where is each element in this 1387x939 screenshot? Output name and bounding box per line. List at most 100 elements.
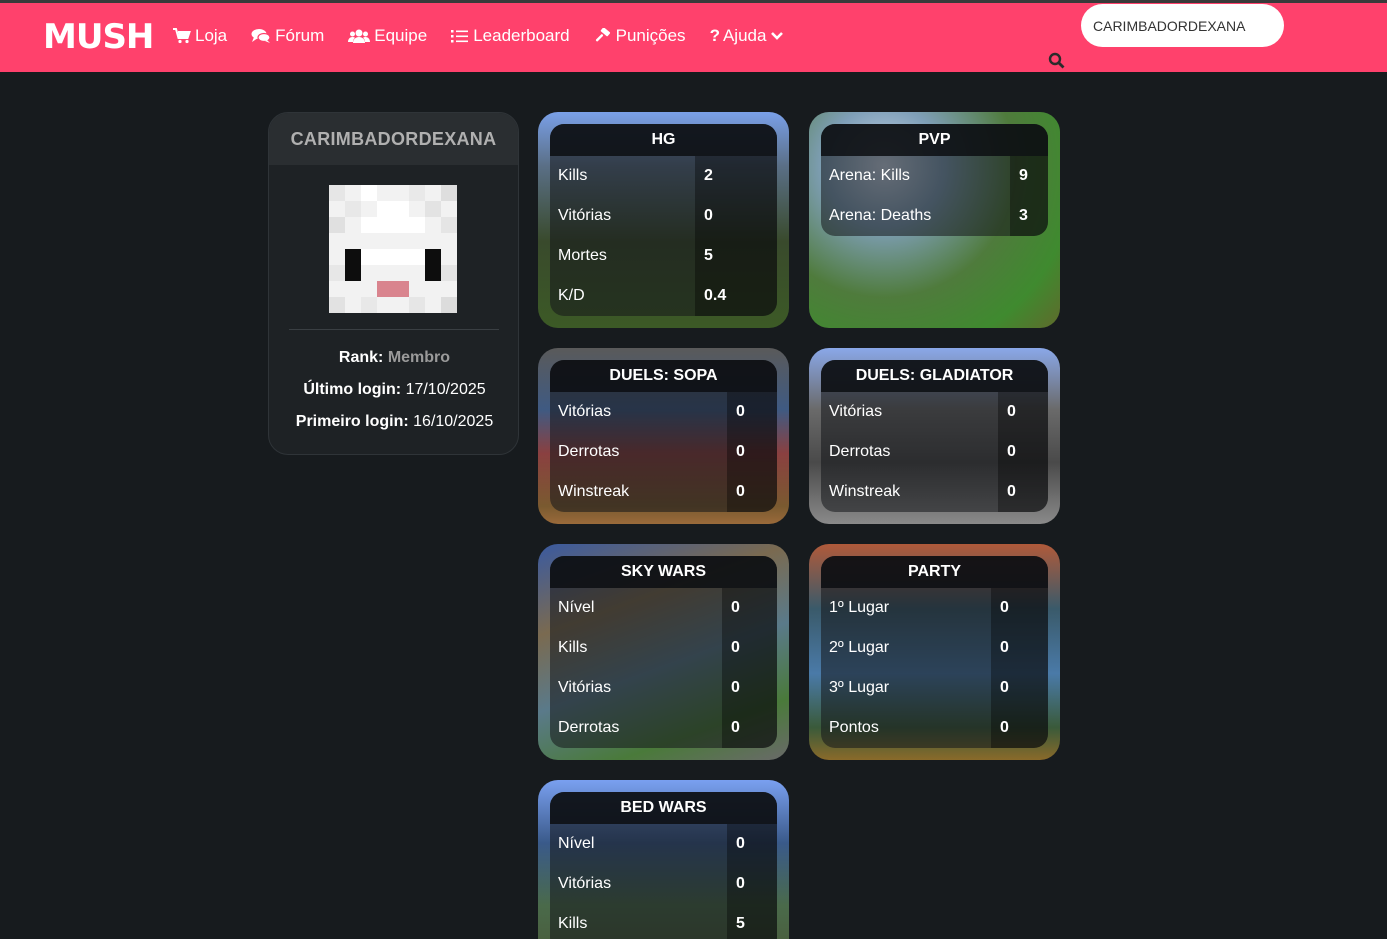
nav-menu: Loja Fórum Equipe Leaderboard Punições ?… xyxy=(173,26,812,46)
stat-row: Pontos 0 xyxy=(821,708,1048,748)
first-login-line: Primeiro login: 16/10/2025 xyxy=(269,413,518,431)
stat-label: Derrotas xyxy=(558,719,620,736)
stat-label: 3º Lugar xyxy=(829,679,890,696)
stat-value: 0 xyxy=(998,392,1048,432)
stat-label: Kills xyxy=(558,167,588,184)
stat-row: Winstreak 0 xyxy=(821,472,1048,512)
question-icon: ? xyxy=(709,26,720,45)
stat-row: 1º Lugar 0 xyxy=(821,588,1048,628)
stat-value: 0 xyxy=(722,668,777,708)
stat-value: 0 xyxy=(727,864,777,904)
stat-label: 1º Lugar xyxy=(829,599,890,616)
stat-row: Derrotas 0 xyxy=(550,432,777,472)
last-login-line: Último login: 17/10/2025 xyxy=(269,381,518,399)
stat-label: Pontos xyxy=(829,719,879,736)
stat-label: Kills xyxy=(558,639,588,656)
stat-value: 0 xyxy=(727,824,777,864)
stat-row: Derrotas 0 xyxy=(821,432,1048,472)
card-title: PARTY xyxy=(821,556,1048,588)
stat-value: 0 xyxy=(722,628,777,668)
stat-label: Arena: Kills xyxy=(829,167,910,184)
stats-card-bed-wars: BED WARS Nível 0 Vitórias 0 Kills 5 xyxy=(538,780,789,939)
stats-card-duels-sopa: DUELS: SOPA Vitórias 0 Derrotas 0 Winstrea… xyxy=(538,348,789,524)
stat-value: 5 xyxy=(695,236,777,276)
search-input[interactable] xyxy=(1081,4,1284,47)
card-title: PVP xyxy=(821,124,1048,156)
card-title: DUELS: GLADIATOR xyxy=(821,360,1048,392)
mush-logo[interactable]: MUSH xyxy=(43,17,154,57)
stat-row: Mortes 5 xyxy=(550,236,777,276)
navbar: MUSH Loja Fórum Equipe Leaderboard Puniç… xyxy=(0,3,1387,72)
stat-row: K/D 0.4 xyxy=(550,276,777,316)
stat-row: Vitórias 0 xyxy=(550,864,777,904)
card-title: SKY WARS xyxy=(550,556,777,588)
stat-value: 0.4 xyxy=(695,276,777,316)
stat-value: 0 xyxy=(991,628,1048,668)
stats-card-party: PARTY 1º Lugar 0 2º Lugar 0 3º Lugar 0 Pont… xyxy=(809,544,1060,760)
stat-label: Derrotas xyxy=(558,443,620,460)
nav-item-equipe[interactable]: Equipe xyxy=(348,26,427,46)
nav-item-punicoes[interactable]: Punições xyxy=(594,26,686,46)
nav-item-forum[interactable]: Fórum xyxy=(251,26,324,46)
stat-row: Kills 5 xyxy=(550,904,777,939)
nav-label: Fórum xyxy=(275,26,325,45)
last-login-label: Último login: xyxy=(303,381,402,398)
stat-value: 0 xyxy=(991,668,1048,708)
stats-card-hg: HG Kills 2 Vitórias 0 Mortes 5 K/D 0.4 xyxy=(538,112,789,328)
stat-value: 0 xyxy=(991,708,1048,748)
stat-label: K/D xyxy=(558,287,585,304)
stat-row: Kills 0 xyxy=(550,628,777,668)
stat-value: 9 xyxy=(1010,156,1048,196)
users-icon xyxy=(348,29,371,43)
stat-label: Mortes xyxy=(558,247,607,264)
stat-label: Winstreak xyxy=(558,483,630,500)
nav-label: Ajuda xyxy=(722,26,767,45)
stat-value: 0 xyxy=(727,472,777,512)
stat-label: Vitórias xyxy=(829,403,883,420)
stat-label: Vitórias xyxy=(558,207,612,224)
first-login-value: 16/10/2025 xyxy=(413,413,494,430)
stat-value: 0 xyxy=(695,196,777,236)
stat-row: Vitórias 0 xyxy=(821,392,1048,432)
stat-value: 0 xyxy=(998,472,1048,512)
stat-value: 0 xyxy=(727,432,777,472)
list-icon xyxy=(451,30,469,43)
nav-item-leaderboard[interactable]: Leaderboard xyxy=(451,26,570,46)
card-title: DUELS: SOPA xyxy=(550,360,777,392)
stat-label: Winstreak xyxy=(829,483,901,500)
card-title: HG xyxy=(550,124,777,156)
stat-label: Derrotas xyxy=(829,443,891,460)
player-avatar xyxy=(329,185,457,313)
stat-value: 0 xyxy=(722,588,777,628)
stat-row: Vitórias 0 xyxy=(550,196,777,236)
stat-label: Nível xyxy=(558,599,595,616)
stat-value: 3 xyxy=(1010,196,1048,236)
stat-row: Nível 0 xyxy=(550,824,777,864)
search-icon[interactable] xyxy=(1048,52,1065,69)
first-login-label: Primeiro login: xyxy=(295,413,409,430)
stat-value: 0 xyxy=(722,708,777,748)
gavel-icon xyxy=(595,28,610,42)
stats-card-duels-gladiator: DUELS: GLADIATOR Vitórias 0 Derrotas 0 Win… xyxy=(809,348,1060,524)
stat-row: Arena: Deaths 3 xyxy=(821,196,1048,236)
stat-value: 5 xyxy=(727,904,777,939)
cart-icon xyxy=(173,28,191,44)
chevron-down-icon xyxy=(771,32,784,40)
stat-value: 0 xyxy=(727,392,777,432)
stat-row: Derrotas 0 xyxy=(550,708,777,748)
stat-label: Vitórias xyxy=(558,403,612,420)
rank-line: Rank: Membro xyxy=(269,349,518,367)
stat-label: 2º Lugar xyxy=(829,639,890,656)
stat-value: 2 xyxy=(695,156,777,196)
last-login-value: 17/10/2025 xyxy=(405,381,486,398)
profile-username: CARIMBADORDEXANA xyxy=(269,113,518,165)
nav-label: Leaderboard xyxy=(473,26,570,45)
nav-label: Punições xyxy=(615,26,686,45)
stat-label: Nível xyxy=(558,835,595,852)
stat-row: Winstreak 0 xyxy=(550,472,777,512)
rank-value: Membro xyxy=(387,349,451,366)
stat-row: Nível 0 xyxy=(550,588,777,628)
stat-row: Kills 2 xyxy=(550,156,777,196)
nav-item-loja[interactable]: Loja xyxy=(173,26,227,46)
nav-item-ajuda[interactable]: ? Ajuda xyxy=(710,26,789,46)
